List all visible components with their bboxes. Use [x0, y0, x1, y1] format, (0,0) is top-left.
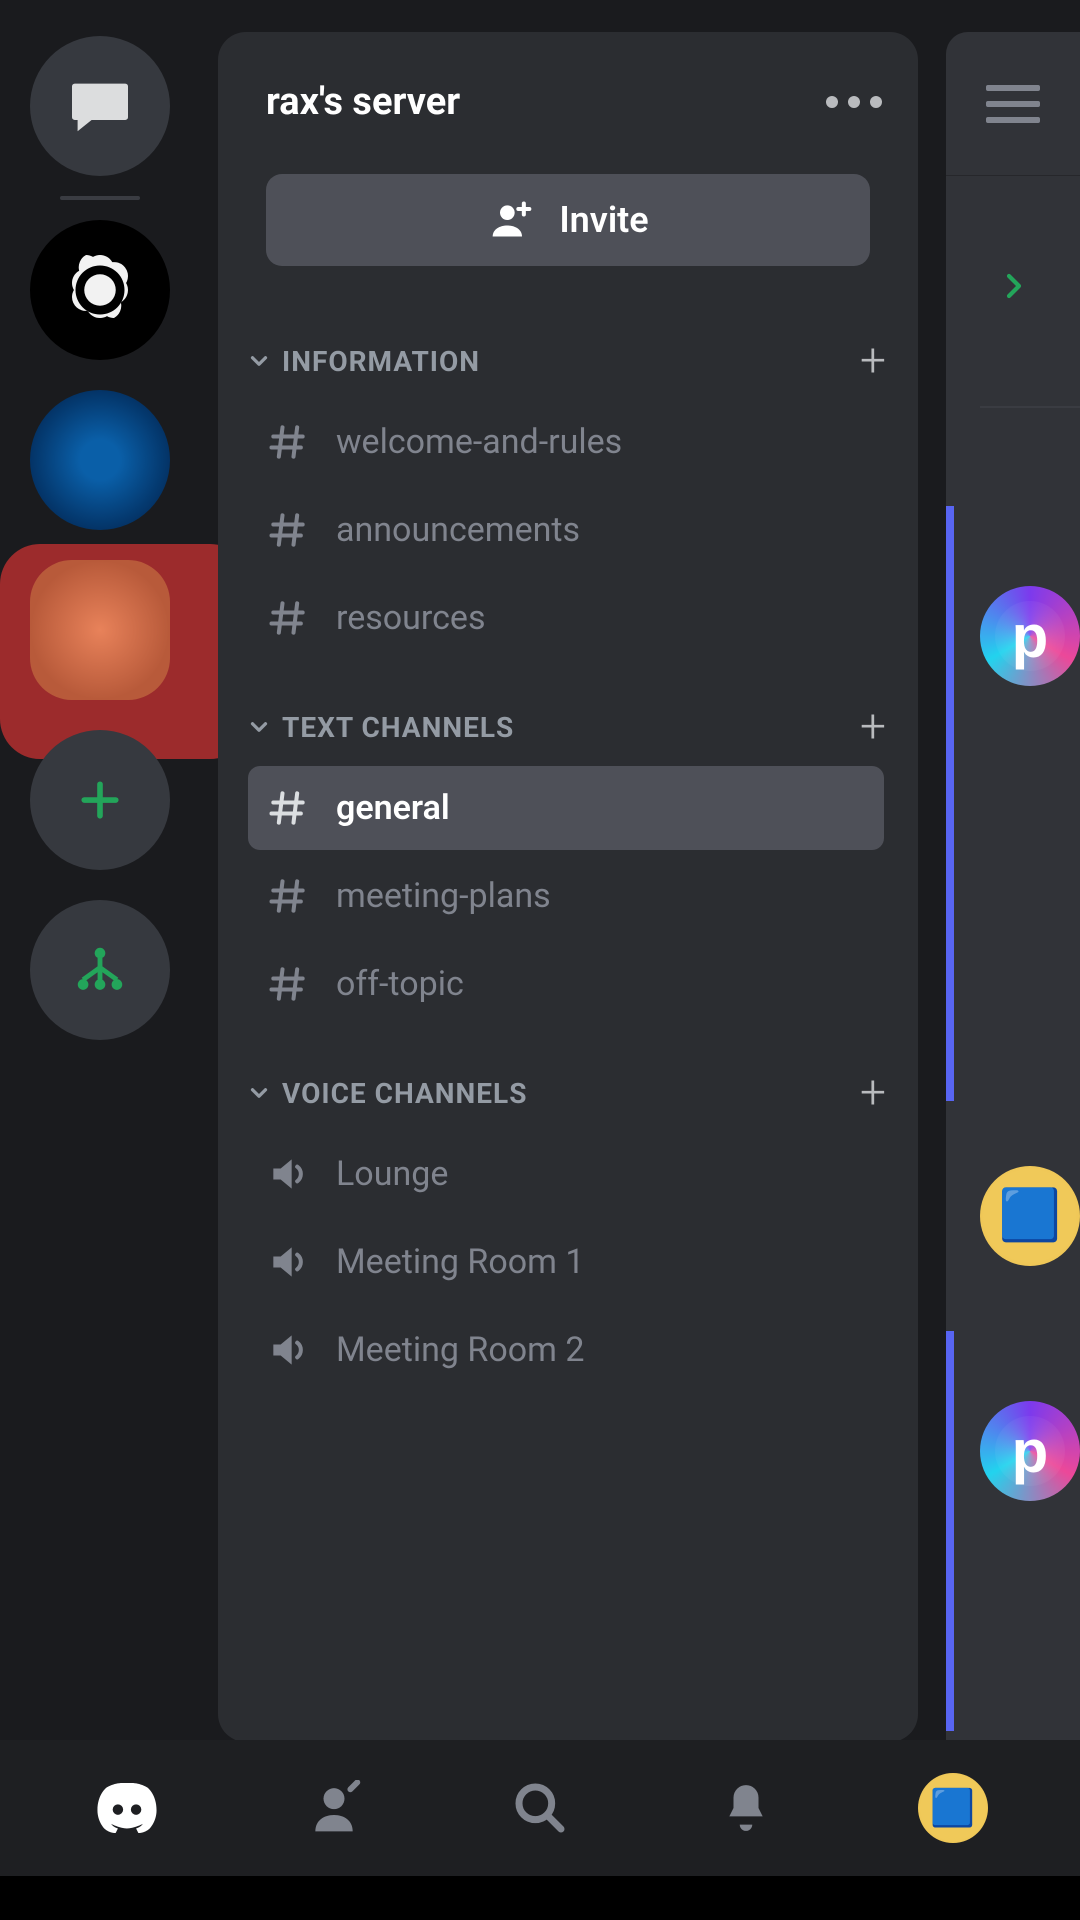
server-nebula[interactable]	[30, 560, 170, 700]
channel-name: welcome-and-rules	[336, 422, 622, 462]
channel-name: meeting-plans	[336, 876, 551, 916]
category: INFORMATION + welcome-and-rules announceme…	[218, 306, 918, 672]
speaker-icon	[266, 1240, 310, 1284]
voice-channel[interactable]: Meeting Room 2	[248, 1308, 884, 1392]
chevron-down-icon	[246, 348, 272, 374]
chevron-down-icon	[246, 714, 272, 740]
hash-icon	[266, 596, 310, 640]
speaker-icon	[266, 1328, 310, 1372]
invite-button[interactable]: Invite	[266, 174, 870, 266]
add-channel-icon[interactable]: +	[860, 334, 886, 388]
voice-channel[interactable]: Meeting Room 1	[248, 1220, 884, 1304]
right-divider	[980, 406, 1080, 408]
hub-icon	[71, 941, 129, 999]
bottom-navigation: 🟦	[0, 1740, 1080, 1876]
server-galaxy[interactable]	[30, 390, 170, 530]
channel-name: Lounge	[336, 1154, 448, 1194]
hash-icon	[266, 786, 310, 830]
channel-name: off-topic	[336, 964, 464, 1004]
discover-hub-button[interactable]	[30, 900, 170, 1040]
category-header[interactable]: VOICE CHANNELS +	[238, 1058, 894, 1128]
bell-icon	[721, 1779, 771, 1837]
channel-name: general	[336, 788, 450, 828]
member-avatar[interactable]: p	[980, 586, 1080, 686]
text-channel[interactable]: general	[248, 766, 884, 850]
nav-friends[interactable]	[284, 1768, 384, 1848]
text-channel[interactable]: off-topic	[248, 942, 884, 1026]
category-title: VOICE CHANNELS	[282, 1077, 527, 1110]
hash-icon	[266, 508, 310, 552]
rail-divider	[60, 196, 140, 200]
chat-icon	[66, 78, 134, 134]
category-title: INFORMATION	[282, 345, 480, 378]
channel-name: resources	[336, 598, 486, 638]
server-openai[interactable]	[30, 220, 170, 360]
category-header[interactable]: INFORMATION +	[238, 326, 894, 396]
right-panel-edge: p 🟦 p	[946, 32, 1080, 1742]
channel-name: Meeting Room 1	[336, 1242, 585, 1282]
category-header[interactable]: TEXT CHANNELS +	[238, 692, 894, 762]
channel-name: Meeting Room 2	[336, 1330, 585, 1370]
unread-indicator	[946, 506, 954, 1101]
add-channel-icon[interactable]: +	[860, 700, 886, 754]
text-channel[interactable]: welcome-and-rules	[248, 400, 884, 484]
add-server-button[interactable]	[30, 730, 170, 870]
nav-search[interactable]	[490, 1768, 590, 1848]
hash-icon	[266, 874, 310, 918]
voice-channel[interactable]: Lounge	[248, 1132, 884, 1216]
search-icon	[512, 1780, 568, 1836]
invite-icon	[487, 198, 535, 242]
server-options-icon[interactable]	[826, 96, 882, 108]
friend-wave-icon	[304, 1780, 364, 1836]
category-title: TEXT CHANNELS	[282, 711, 514, 744]
category: VOICE CHANNELS + Lounge Meeting Room 1 Meet…	[218, 1038, 918, 1404]
system-bar	[0, 1876, 1080, 1920]
openai-icon	[58, 248, 142, 332]
nav-home[interactable]	[77, 1768, 177, 1848]
hash-icon	[266, 962, 310, 1006]
unread-indicator	[946, 1331, 954, 1731]
chevron-down-icon	[246, 1080, 272, 1106]
discord-icon	[95, 1783, 159, 1833]
arrow-right-icon[interactable]	[994, 266, 1034, 306]
text-channel[interactable]: resources	[248, 576, 884, 660]
plus-icon	[73, 773, 127, 827]
invite-label: Invite	[559, 199, 648, 241]
channel-name: announcements	[336, 510, 580, 550]
channel-panel: rax's server Invite INFORMATION + welcome…	[218, 32, 918, 1742]
text-channel[interactable]: announcements	[248, 488, 884, 572]
server-rail	[0, 0, 200, 1740]
member-avatar[interactable]: p	[980, 1401, 1080, 1501]
hash-icon	[266, 420, 310, 464]
add-channel-icon[interactable]: +	[860, 1066, 886, 1120]
user-avatar: 🟦	[918, 1773, 988, 1843]
member-avatar[interactable]: 🟦	[980, 1166, 1080, 1266]
server-name: rax's server	[266, 80, 460, 124]
text-channel[interactable]: meeting-plans	[248, 854, 884, 938]
nav-notifications[interactable]	[696, 1768, 796, 1848]
direct-messages-button[interactable]	[30, 36, 170, 176]
category: TEXT CHANNELS + general meeting-plans off-t…	[218, 672, 918, 1038]
speaker-icon	[266, 1152, 310, 1196]
hamburger-icon[interactable]	[986, 85, 1040, 123]
nav-profile[interactable]: 🟦	[903, 1768, 1003, 1848]
server-header[interactable]: rax's server	[218, 32, 918, 154]
